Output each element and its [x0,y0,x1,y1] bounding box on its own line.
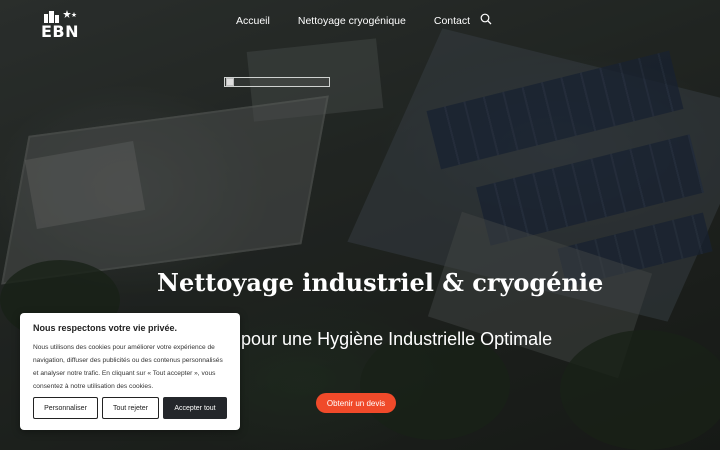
logo-text: EBN [40,22,79,41]
reject-cookies-button[interactable]: Tout rejeter [102,397,159,419]
accept-cookies-button[interactable]: Accepter tout [163,397,227,419]
search-icon[interactable] [480,13,492,25]
main-nav: Accueil Nettoyage cryogénique Contact [236,14,470,28]
cookie-banner: Nous respectons votre vie privée. Nous u… [20,313,240,430]
cookie-banner-actions: Personnaliser Tout rejeter Accepter tout [33,397,227,419]
get-quote-button[interactable]: Obtenir un devis [316,393,396,413]
broken-image-placeholder [224,77,330,87]
broken-image-icon [226,78,234,86]
nav-contact[interactable]: Contact [434,14,470,28]
cookie-banner-text: Nous utilisons des cookies pour améliore… [33,344,223,390]
customize-cookies-button[interactable]: Personnaliser [33,397,98,419]
nav-nettoyage-cryogenique[interactable]: Nettoyage cryogénique [298,14,406,28]
nav-accueil[interactable]: Accueil [236,14,270,28]
site-logo[interactable]: EBN [38,8,82,42]
cookie-banner-title: Nous respectons votre vie privée. [33,323,178,333]
hero-title: Nettoyage industriel & cryogénie [157,268,604,297]
